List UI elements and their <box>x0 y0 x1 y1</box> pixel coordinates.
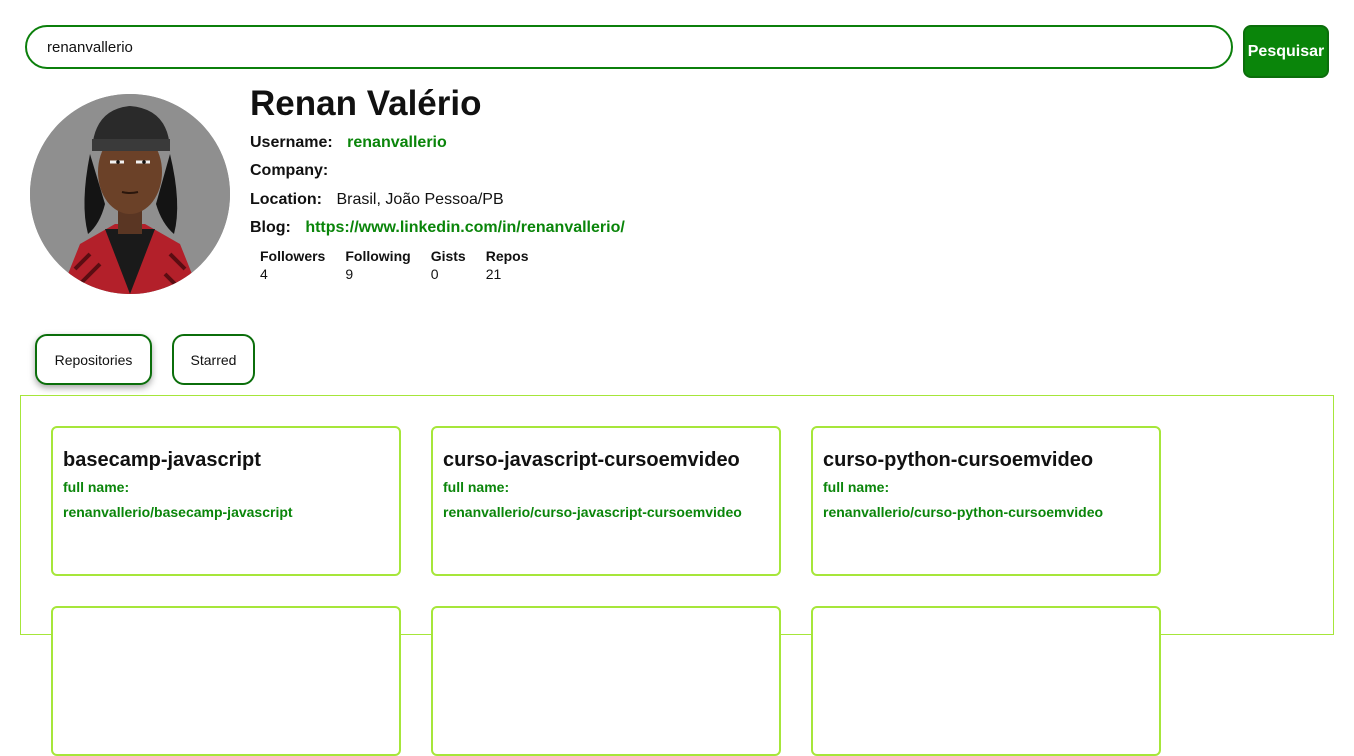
repo-card[interactable]: curso-javascript-cursoemvideo full name:… <box>431 426 781 576</box>
repo-name: curso-javascript-cursoemvideo <box>443 449 740 471</box>
repo-card[interactable]: basecamp-javascript full name: renanvall… <box>51 426 401 576</box>
repo-full-name-label: full name: <box>63 479 130 495</box>
tab-starred[interactable]: Starred <box>172 334 255 385</box>
stat-label: Repos <box>485 248 529 264</box>
repo-name: curso-python-cursoemvideo <box>823 449 1094 471</box>
repo-card[interactable] <box>811 606 1161 756</box>
username-label: Username: <box>250 134 333 151</box>
username-row: Username: renanvallerio <box>250 133 447 153</box>
username-value: renanvallerio <box>347 134 447 151</box>
repo-name: basecamp-javascript <box>63 449 261 471</box>
repositories-panel: basecamp-javascript full name: renanvall… <box>20 395 1334 756</box>
stat-value: 9 <box>345 266 354 282</box>
blog-row: Blog: https://www.linkedin.com/in/renanv… <box>250 218 625 238</box>
stat-label: Followers <box>260 248 326 264</box>
stat-following: Following 9 <box>345 247 410 283</box>
blog-label: Blog: <box>250 219 291 236</box>
company-label: Company: <box>250 162 329 179</box>
repo-full-name: renanvallerio/curso-python-cursoemvideo <box>823 504 1104 520</box>
stat-value: 4 <box>260 266 268 282</box>
profile-stats: Followers 4 Following 9 Gists 0 Repos 21 <box>260 247 549 283</box>
repo-card[interactable]: curso-python-cursoemvideo full name: ren… <box>811 426 1161 576</box>
stat-value: 21 <box>485 266 502 282</box>
blog-link[interactable]: https://www.linkedin.com/in/renanvalleri… <box>305 219 624 236</box>
repo-full-name: renanvallerio/basecamp-javascript <box>63 504 293 520</box>
repo-full-name-label: full name: <box>443 479 510 495</box>
repo-card[interactable] <box>431 606 781 756</box>
stat-label: Gists <box>430 248 466 264</box>
stat-gists: Gists 0 <box>431 247 466 283</box>
repo-full-name: renanvallerio/curso-javascript-cursoemvi… <box>443 504 742 520</box>
stat-followers: Followers 4 <box>260 247 325 283</box>
location-row: Location: Brasil, João Pessoa/PB <box>250 190 504 210</box>
search-input[interactable] <box>25 25 1233 69</box>
repo-full-name-label: full name: <box>823 479 890 495</box>
stat-label: Following <box>345 248 411 264</box>
stat-repos: Repos 21 <box>486 247 529 283</box>
location-value: Brasil, João Pessoa/PB <box>336 191 504 208</box>
avatar <box>30 94 230 294</box>
stat-value: 0 <box>430 266 439 282</box>
tab-repositories[interactable]: Repositories <box>35 334 152 385</box>
profile-name: Renan Valério <box>250 84 482 123</box>
company-row: Company: <box>250 161 338 181</box>
repo-card[interactable] <box>51 606 401 756</box>
search-button[interactable]: Pesquisar <box>1243 25 1329 78</box>
location-label: Location: <box>250 191 322 208</box>
